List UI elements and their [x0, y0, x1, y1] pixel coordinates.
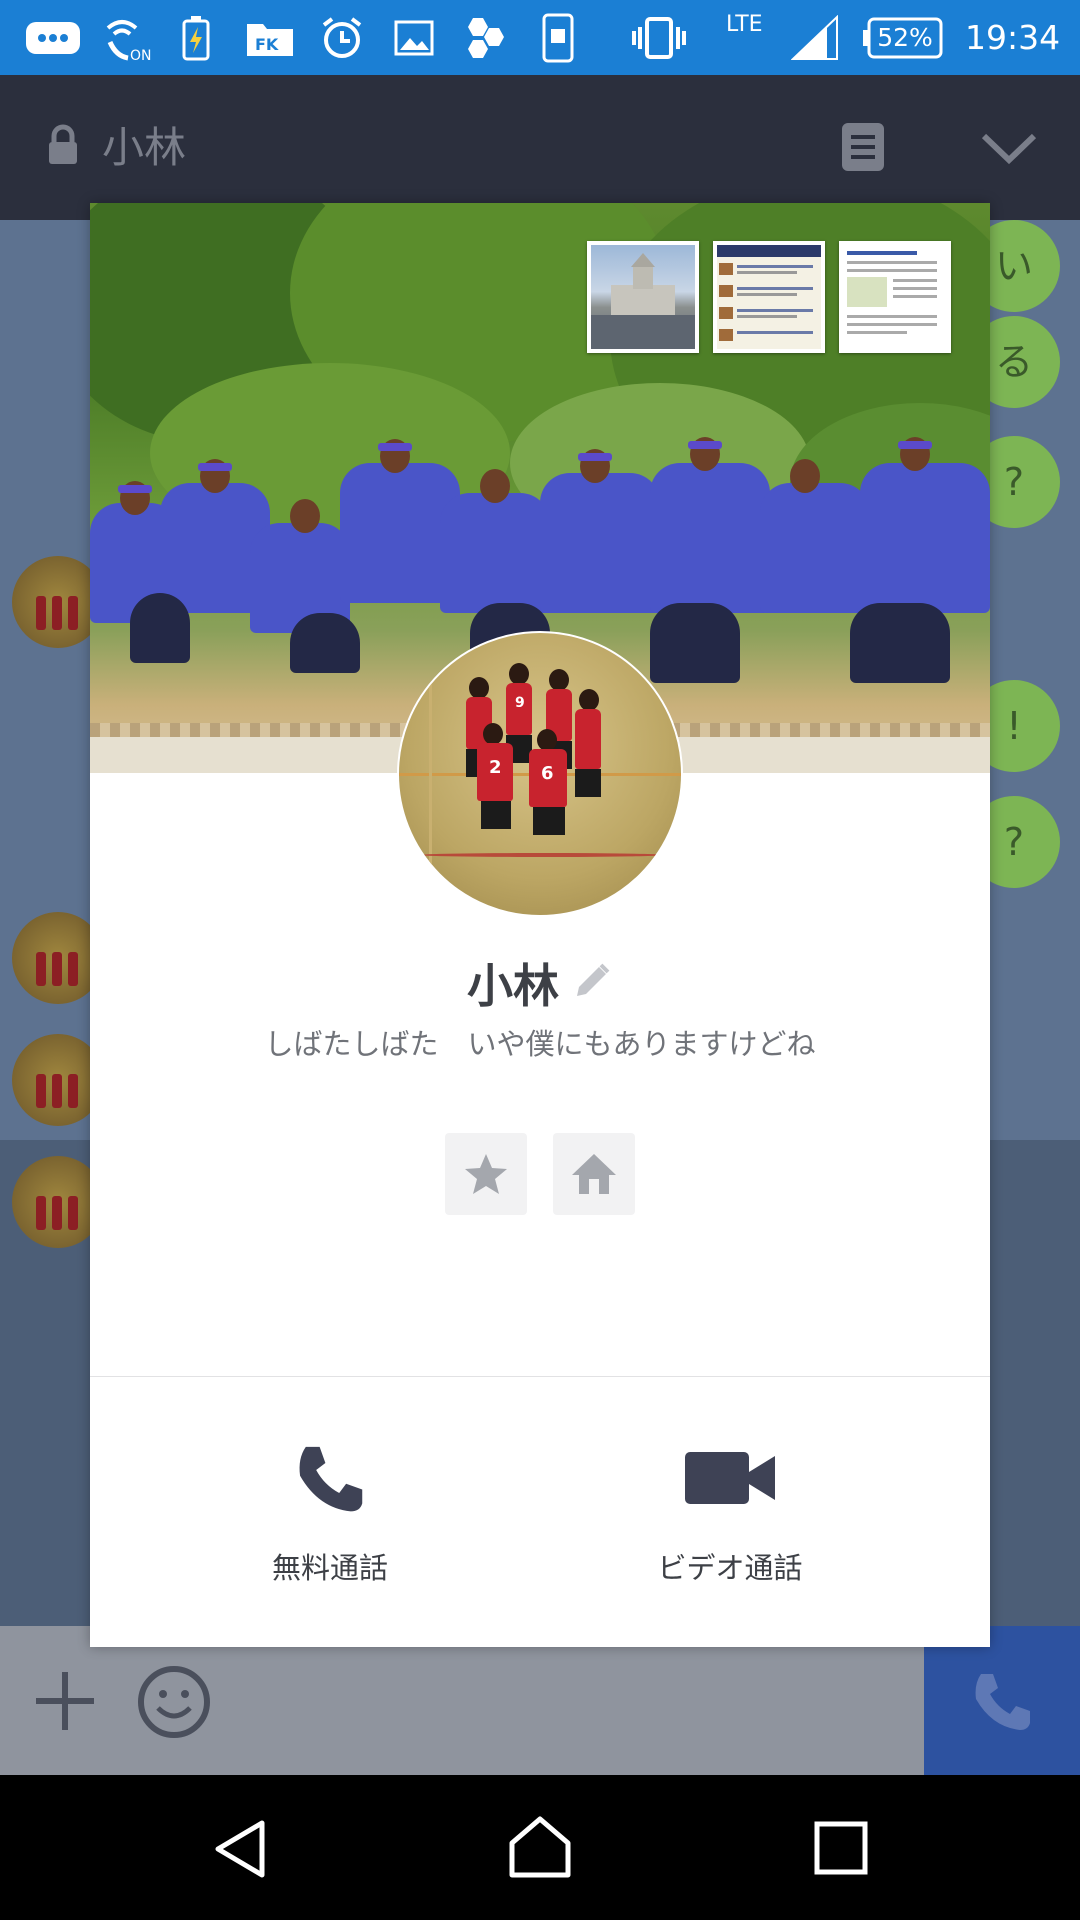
battery-charging-icon — [178, 10, 214, 66]
thumbnail-webpage[interactable] — [713, 241, 825, 353]
home-icon[interactable] — [508, 1815, 572, 1883]
star-icon — [465, 1154, 507, 1194]
divider — [90, 1376, 990, 1377]
profile-dialog: 2 6 9 小林 しばたしばた いや僕にもありますけどね 無料通話 ビデオ通話 — [90, 203, 990, 1647]
phone-icon — [975, 1673, 1030, 1730]
favorite-button[interactable] — [445, 1133, 527, 1215]
thumbnail-document[interactable] — [839, 241, 951, 353]
video-camera-icon — [580, 1428, 880, 1528]
pencil-icon[interactable] — [571, 960, 613, 1006]
phone-icon — [180, 1428, 480, 1528]
free-call-button[interactable]: 無料通話 — [180, 1428, 480, 1598]
network-type: LTE — [726, 12, 763, 37]
recents-icon[interactable] — [814, 1821, 868, 1879]
gallery-icon — [392, 10, 436, 66]
clock: 19:34 — [965, 18, 1061, 57]
screen-mirror-icon — [538, 10, 578, 66]
signal-icon — [790, 10, 840, 66]
message-icon — [22, 10, 84, 66]
chat-title: 小林 — [102, 123, 187, 172]
profile-name: 小林 — [467, 959, 559, 1013]
status-bar: ON FK LTE 52% 19:34 — [0, 0, 1080, 75]
wifi-calling-icon: ON — [100, 10, 156, 66]
house-icon — [572, 1154, 616, 1194]
call-button[interactable] — [924, 1626, 1080, 1775]
lock-icon — [46, 124, 80, 170]
video-call-label: ビデオ通話 — [657, 1551, 803, 1585]
thumbnail-building[interactable] — [587, 241, 699, 353]
battery-percent: 52% — [877, 23, 933, 52]
profile-avatar[interactable]: 2 6 9 — [397, 631, 683, 917]
hexagon-app-icon — [458, 10, 514, 66]
navigation-bar — [0, 1775, 1080, 1920]
plus-icon[interactable] — [32, 1668, 98, 1738]
status-message: しばたしばた いや僕にもありますけどね — [264, 1027, 816, 1061]
vibrate-icon — [630, 10, 688, 66]
back-icon[interactable] — [212, 1819, 268, 1883]
emoji-icon[interactable] — [136, 1664, 212, 1744]
free-call-label: 無料通話 — [271, 1551, 388, 1585]
notes-icon[interactable] — [840, 121, 886, 177]
chevron-down-icon[interactable] — [980, 132, 1038, 170]
svg-text:FK: FK — [255, 35, 279, 54]
home-button[interactable] — [553, 1133, 635, 1215]
profile-name-row: 小林 — [90, 948, 990, 1018]
svg-text:ON: ON — [130, 48, 152, 62]
chat-header: 小林 — [0, 75, 1080, 220]
video-call-button[interactable]: ビデオ通話 — [580, 1428, 880, 1598]
alarm-icon — [318, 10, 366, 66]
message-input-bar — [0, 1626, 924, 1775]
file-manager-icon: FK — [244, 10, 296, 66]
